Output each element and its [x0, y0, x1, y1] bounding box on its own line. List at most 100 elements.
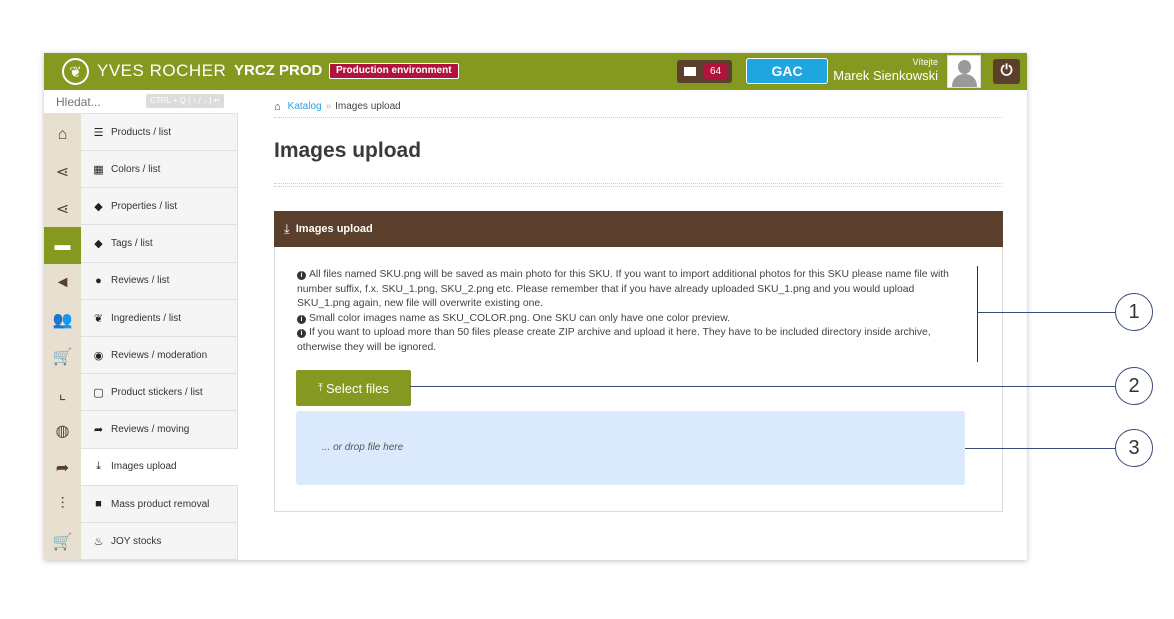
- breadcrumb-current: Images upload: [335, 101, 401, 112]
- greeting-text: Vítejte: [912, 57, 938, 67]
- breadcrumb-link-katalog[interactable]: Katalog: [288, 101, 322, 112]
- share-icon-2[interactable]: ⋖: [44, 190, 81, 227]
- avatar[interactable]: [947, 55, 981, 88]
- instruction-text: If you want to upload more than 50 files…: [297, 327, 931, 353]
- info-icon: i: [297, 329, 306, 338]
- globe-icon[interactable]: ◍: [44, 412, 81, 449]
- sidebar-item-product-stickers-list[interactable]: ▢ Product stickers / list: [81, 374, 238, 412]
- app-window: ❦ YVES ROCHER YRCZ PROD Production envir…: [44, 53, 1027, 560]
- trash-icon: ■: [95, 498, 102, 510]
- sidebar-item-products-list[interactable]: ☰ Products / list: [81, 114, 238, 151]
- page-title: Images upload: [274, 139, 422, 162]
- instruction-item: i If you want to upload more than 50 file…: [297, 326, 967, 355]
- sidebar-item-reviews-list[interactable]: ● Reviews / list: [81, 263, 238, 300]
- select-files-label: Select files: [326, 380, 389, 396]
- instruction-text: All files named SKU.png will be saved as…: [297, 269, 949, 309]
- leaf-icon: ❦: [93, 312, 104, 325]
- upload-icon: ⤒: [318, 381, 323, 394]
- cart-icon[interactable]: 🛒: [44, 338, 81, 375]
- download-icon: ⤓: [284, 221, 290, 236]
- sidebar-item-label: Ingredients / list: [111, 312, 182, 324]
- sliders-icon[interactable]: ⫶: [44, 486, 81, 523]
- callout-line-3: [965, 448, 1116, 449]
- sidebar-item-label: Reviews / moderation: [111, 349, 208, 361]
- sidebar-item-images-upload[interactable]: ⤓ Images upload: [81, 448, 238, 486]
- power-icon[interactable]: ⏻: [993, 59, 1020, 84]
- sidebar-item-label: Reviews / list: [111, 275, 170, 287]
- sidebar-item-label: Reviews / moving: [111, 424, 190, 436]
- panel-title: Images upload: [295, 223, 373, 235]
- forward-icon[interactable]: ➦: [44, 449, 81, 486]
- instruction-text: Small color images name as SKU_COLOR.png…: [309, 312, 731, 324]
- environment-badge: Production environment: [329, 63, 459, 79]
- icon-rail: ⌂ ⋖ ⋖ ▬ ◄ 👥 🛒 ⌞ ◍ ➦ ⫶ 🛒: [44, 114, 81, 560]
- grid-icon: ▦: [93, 163, 104, 176]
- sidebar-item-label: Product stickers / list: [111, 386, 203, 398]
- callout-badge-2: 2: [1115, 367, 1153, 405]
- instructions-marker-line: [977, 266, 978, 362]
- sidebar-item-properties-list[interactable]: ◆ Properties / list: [81, 188, 238, 226]
- sidebar-menu: ☰ Products / list ▦ Colors / list ◆ Propertie…: [81, 114, 238, 560]
- folder-icon[interactable]: ▬: [44, 227, 81, 264]
- panel-header: ⤓ Images upload: [274, 211, 1003, 247]
- sidebar-item-ingredients-list[interactable]: ❦ Ingredients / list: [81, 300, 238, 337]
- select-files-button[interactable]: ⤒ Select files: [296, 370, 411, 406]
- share-icon[interactable]: ⋖: [44, 153, 81, 190]
- callout-line-2: [410, 386, 1116, 387]
- instruction-item: i Small color images name as SKU_COLOR.pn…: [297, 312, 967, 327]
- leaf-logo-icon[interactable]: ❦: [62, 58, 89, 85]
- user-name[interactable]: Marek Sienkowski: [833, 68, 938, 83]
- environment-title: YRCZ PROD: [234, 62, 323, 79]
- upload-panel: ⤓ Images upload i All files named SKU.png…: [274, 211, 1003, 512]
- home-icon[interactable]: ⌂: [274, 101, 281, 113]
- callout-badge-1: 1: [1115, 293, 1153, 331]
- sidebar-item-mass-product-removal[interactable]: ■ Mass product removal: [81, 486, 238, 523]
- avatar-head-icon: [958, 60, 971, 74]
- sticker-icon: ▢: [93, 386, 104, 399]
- brand-name[interactable]: YVES ROCHER: [97, 61, 226, 81]
- megaphone-icon[interactable]: ◄: [44, 264, 81, 301]
- sidebar-item-label: Properties / list: [111, 200, 178, 212]
- drop-zone-text: ... or drop file here: [322, 442, 404, 453]
- tags-icon: ◆: [94, 238, 103, 251]
- sidebar-item-joy-stocks[interactable]: ♨ JOY stocks: [81, 523, 238, 560]
- download-icon: ⤓: [96, 460, 101, 473]
- messages-count-badge: 64: [704, 64, 727, 79]
- breadcrumb-separator: »: [325, 101, 332, 112]
- sidebar-search: CTRL + Q | ↑ / ↓ | ↵: [44, 90, 238, 114]
- home-icon[interactable]: ⌂: [44, 116, 81, 153]
- search-shortcut-hint: CTRL + Q | ↑ / ↓ | ↵: [146, 94, 225, 108]
- messages-button[interactable]: 64: [677, 60, 732, 83]
- sidebar-item-label: Mass product removal: [111, 498, 210, 510]
- sidebar-item-label: Images upload: [111, 461, 177, 473]
- callout-badge-3: 3: [1115, 429, 1153, 467]
- envelope-icon: [684, 67, 696, 76]
- sidebar-item-label: JOY stocks: [111, 535, 162, 547]
- fire-icon: ♨: [93, 535, 104, 548]
- file-drop-zone[interactable]: ... or drop file here: [296, 411, 965, 485]
- eye-icon: ◉: [93, 349, 104, 362]
- sidebar-item-tags-list[interactable]: ◆ Tags / list: [81, 226, 238, 263]
- list-icon: ☰: [93, 126, 104, 139]
- sidebar-item-reviews-moving[interactable]: ➦ Reviews / moving: [81, 412, 238, 449]
- sidebar-item-reviews-moderation[interactable]: ◉ Reviews / moderation: [81, 337, 238, 375]
- breadcrumb: ⌂ Katalog » Images upload: [274, 96, 1002, 118]
- info-icon: i: [297, 271, 306, 280]
- top-bar: ❦ YVES ROCHER YRCZ PROD Production envir…: [44, 53, 1027, 90]
- cart-icon-2[interactable]: 🛒: [44, 523, 81, 560]
- chart-icon[interactable]: ⌞: [44, 375, 81, 412]
- instruction-item: i All files named SKU.png will be saved a…: [297, 268, 967, 312]
- sidebar-item-label: Products / list: [111, 126, 172, 138]
- comments-icon: ●: [95, 274, 102, 287]
- info-icon: i: [297, 314, 306, 324]
- avatar-body-icon: [952, 74, 977, 87]
- gac-button[interactable]: GAC: [746, 58, 828, 84]
- users-icon[interactable]: 👥: [44, 301, 81, 338]
- sidebar-item-colors-list[interactable]: ▦ Colors / list: [81, 151, 238, 189]
- sidebar-item-label: Tags / list: [111, 238, 153, 250]
- search-input[interactable]: [56, 95, 136, 109]
- share-arrow-icon: ➦: [93, 424, 104, 437]
- upload-instructions: i All files named SKU.png will be saved a…: [297, 268, 967, 355]
- callout-line-1: [977, 312, 1115, 313]
- sidebar-item-label: Colors / list: [111, 163, 161, 175]
